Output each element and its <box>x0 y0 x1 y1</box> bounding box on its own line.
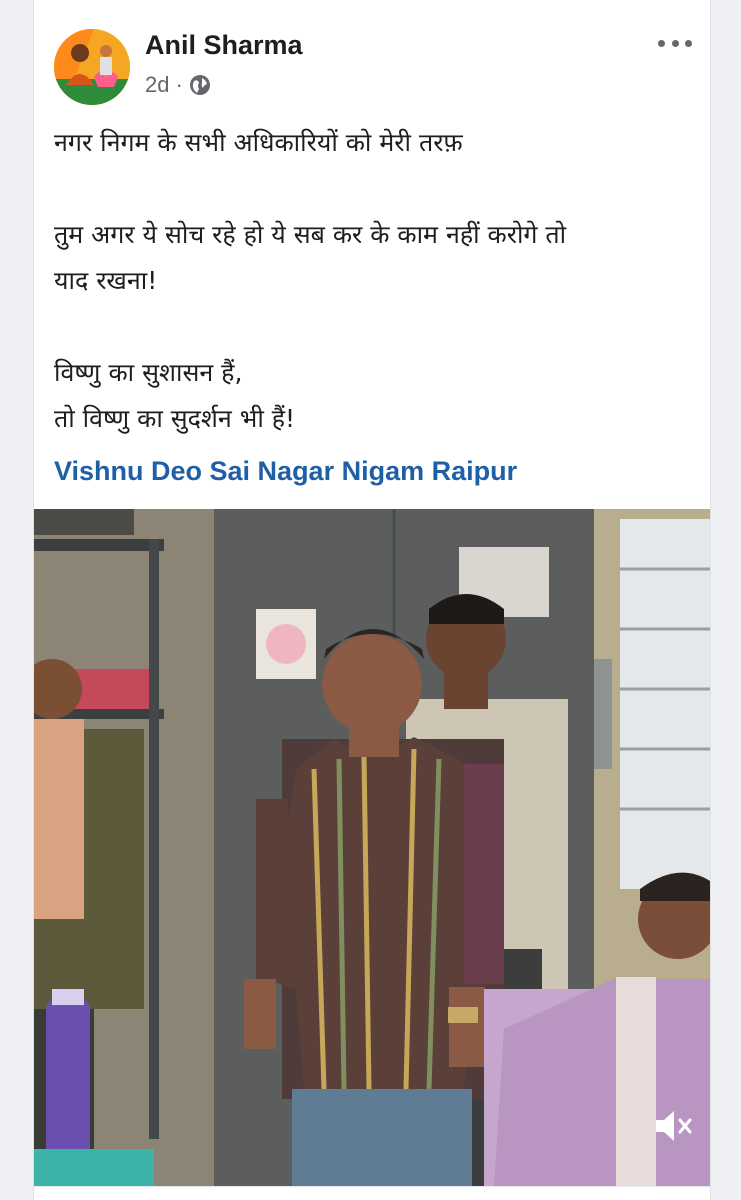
post-header: Anil Sharma 2d · <box>34 0 710 110</box>
meta-separator: · <box>175 72 183 97</box>
tagged-page-link[interactable]: Vishnu Deo Sai Nagar Nigam Raipur <box>54 456 517 487</box>
ellipsis-dot <box>671 39 679 47</box>
post-card: Anil Sharma 2d · नगर निगम के सभी अधिकारि… <box>33 0 711 1200</box>
post-time[interactable]: 2d <box>145 72 169 98</box>
post-meta: 2d · <box>145 72 211 98</box>
video-frame <box>34 509 710 1186</box>
author-name[interactable]: Anil Sharma <box>145 30 303 61</box>
speaker-muted-icon <box>656 1111 692 1141</box>
post-line: याद रखना! <box>54 266 158 295</box>
post-body: नगर निगम के सभी अधिकारियों को मेरी तरफ़ … <box>54 120 690 442</box>
globe-icon <box>189 75 210 95</box>
ellipsis-dot <box>658 39 665 47</box>
video-player[interactable] <box>34 509 710 1186</box>
post-line: नगर निगम के सभी अधिकारियों को मेरी तरफ़ <box>54 128 463 157</box>
post-line: तुम अगर ये सोच रहे हो ये सब कर के काम नह… <box>54 220 567 249</box>
post-footer-edge <box>34 1186 710 1200</box>
avatar[interactable] <box>54 29 130 105</box>
more-options-button[interactable] <box>658 28 692 58</box>
ellipsis-dot <box>685 39 692 47</box>
mute-toggle[interactable] <box>652 1106 696 1146</box>
avatar-image <box>54 29 130 105</box>
post-line: तो विष्णु का सुदर्शन भी हैं! <box>54 404 296 433</box>
post-line: विष्णु का सुशासन हैं, <box>54 358 243 387</box>
